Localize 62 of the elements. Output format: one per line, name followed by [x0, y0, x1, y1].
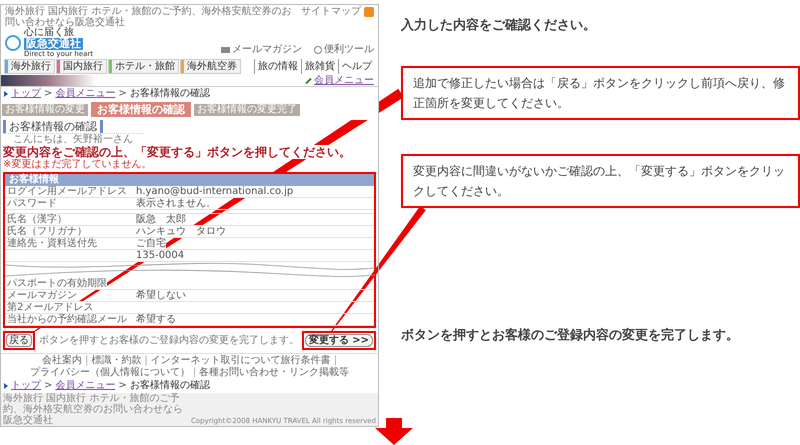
utility-link[interactable]: 便利ツール — [324, 44, 374, 56]
logo-icon — [5, 35, 21, 51]
table-cell: 第2メールアドレス — [7, 302, 94, 313]
step-indicator: お客様情報の変更完了 — [194, 104, 300, 116]
breadcrumb-link[interactable]: 会員メニュー — [55, 380, 116, 392]
breadcrumb-separator: > — [118, 380, 127, 392]
breadcrumb-current: お客様情報の確認 — [130, 380, 210, 392]
breadcrumb-separator: > — [44, 380, 52, 392]
table-cell: 135-0004 — [136, 250, 184, 260]
footer-link[interactable]: 会社案内 — [42, 355, 82, 367]
callout-box: 変更内容に間違いがないかご確認の上、「変更する」ボタンをクリックしてください。 — [401, 154, 800, 208]
section-title: お客様情報の確認 — [3, 120, 103, 133]
breadcrumb-link[interactable]: トップ — [11, 380, 41, 392]
table-cell: 当社からの予約確認メール — [7, 314, 127, 325]
table-cell: h.yano@bud-international.co.jp — [136, 186, 294, 196]
breadcrumb-link[interactable]: 会員メニュー — [55, 88, 116, 100]
down-arrow-icon — [375, 418, 413, 445]
table-header: お客様情報 — [5, 174, 374, 186]
bullet-icon — [4, 383, 8, 389]
step-indicator: お客様情報の確認 — [91, 102, 191, 117]
nav-tab[interactable]: ホテル・旅館 — [108, 59, 179, 74]
step-indicator: お客様情報の変更 — [2, 104, 88, 116]
link-divider: | — [334, 355, 338, 366]
footer-link[interactable]: 標識・約款 — [91, 355, 142, 367]
breadcrumb-separator: > — [118, 88, 127, 100]
footer-link[interactable]: インターネット取引について旅行条件書 — [150, 355, 331, 367]
table-cell: 阪急 太郎 — [136, 214, 186, 224]
pencil-icon — [305, 77, 312, 84]
bullet-icon — [4, 91, 8, 97]
table-cell: パスポートの有効期限 — [7, 278, 107, 289]
table-cell: パスワード — [7, 198, 57, 209]
nav-tab[interactable]: 国内旅行 — [56, 59, 107, 74]
link-divider: | — [84, 355, 88, 367]
footer-link[interactable]: 各種お問い合わせ・リンク掲載等 — [199, 367, 350, 379]
table-cell: 希望する — [136, 314, 176, 324]
table-cell: ログイン用メールアドレス — [7, 186, 127, 197]
link-divider: | — [144, 355, 148, 367]
logo-wordmark: 阪急交通社 — [24, 38, 83, 50]
submit-button[interactable]: 変更する >> — [304, 334, 373, 347]
nav-tab[interactable]: 海外航空券 — [180, 59, 241, 74]
footer-tagline: 海外旅行 国内旅行 ホテル・旅館のご予約、海外格安航空券のお問い合わせなら阪急交通社 — [3, 393, 184, 426]
table-cell: ハンキュウ タロウ — [136, 226, 226, 236]
annotation-text: 入力した内容をご確認ください。 — [401, 16, 597, 35]
table-cell: 連絡先・資料送付先 — [7, 238, 97, 249]
breadcrumb-link[interactable]: トップ — [11, 88, 41, 100]
table-cell: メールマガジン — [7, 290, 77, 301]
footer-link[interactable]: プライバシー（個人情報について） — [30, 367, 190, 379]
greeting-text: こんにちは、矢野裕一さん — [3, 133, 143, 145]
breadcrumb-current: お客様情報の確認 — [130, 88, 210, 100]
member-menu-link[interactable]: 会員メニュー — [314, 74, 374, 86]
table-cell: ご自宅 — [136, 238, 166, 248]
logo-catchphrase: 心に届く旅 — [24, 28, 74, 38]
nav-tab[interactable]: 海外旅行 — [4, 59, 55, 74]
utility-link[interactable]: メールマガジン — [232, 44, 302, 56]
breadcrumb-separator: > — [44, 88, 52, 100]
callout-box: 追加で修正したい場合は「戻る」ボタンをクリックし前項へ戻り、修正箇所を変更してください。 — [401, 66, 800, 120]
back-button[interactable]: 戻る — [6, 334, 32, 347]
annotation-text: ボタンを押すとお客様のご登録内容の変更を完了します。 — [401, 326, 740, 345]
table-cell: 希望しない — [136, 290, 186, 300]
site-tagline: 海外旅行 国内旅行 ホテル・旅館のご予約、海外格安航空券のお問い合わせなら阪急交通社 — [5, 6, 292, 28]
link-divider: | — [192, 367, 196, 379]
sitemap-link[interactable]: サイトマップ — [301, 6, 361, 18]
